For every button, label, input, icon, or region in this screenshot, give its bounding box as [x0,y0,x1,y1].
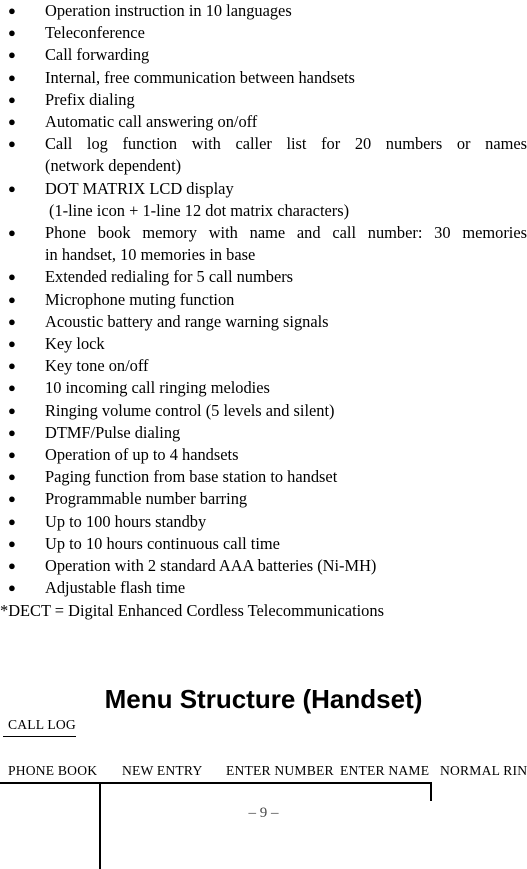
page-number: – 9 – [248,805,279,821]
list-item: ● Operation of up to 4 handsets [0,444,527,466]
list-item: ● DTMF/Pulse dialing [0,422,527,444]
list-item: ● Teleconference [0,22,527,44]
feature-text-line-1: Phone book memory with name and call num… [45,223,527,243]
feature-list: ● Operation instruction in 10 languages … [0,0,527,599]
bullet-icon: ● [8,269,16,285]
menu-node-phone-book[interactable]: PHONE BOOK [8,763,97,779]
bullet-icon: ● [8,25,16,41]
feature-text: Teleconference [45,23,145,43]
page-title: Menu Structure (Handset) [104,684,423,715]
list-item: ● Adjustable flash time [0,577,527,599]
feature-text: Ringing volume control (5 levels and sil… [45,400,335,420]
bullet-icon: ● [8,180,16,196]
feature-text: Up to 100 hours standby [45,511,207,531]
feature-text: Up to 10 hours continuous call time [45,533,280,553]
list-item: ● Prefix dialing [0,89,527,111]
feature-text: Phone book memory with name and call num… [45,222,527,266]
feature-text: DOT MATRIX LCD display [45,178,234,198]
menu-node-enter-number[interactable]: ENTER NUMBER [226,763,334,779]
feature-text: Key lock [45,334,105,354]
bullet-icon: ● [8,313,16,329]
bullet-icon: ● [8,513,16,529]
bullet-icon: ● [8,535,16,551]
menu-node-call-log[interactable]: CALL LOG [8,717,76,733]
feature-text-line-2: in handset, 10 memories in base [45,245,256,265]
menu-node-new-entry[interactable]: NEW ENTRY [122,763,202,779]
feature-text: Acoustic battery and range warning signa… [45,311,329,331]
list-item: ● Programmable number barring [0,488,527,510]
feature-text: Call log function with caller list for 2… [45,133,527,177]
menu-node-normal-ring[interactable]: NORMAL RING [440,763,527,779]
list-item: ● Key tone on/off [0,355,527,377]
bullet-icon: ● [8,136,16,152]
list-item: ● Acoustic battery and range warning sig… [0,311,527,333]
feature-text: Paging function from base station to han… [45,467,338,487]
bullet-icon: ● [8,336,16,352]
list-item: ● DOT MATRIX LCD display [0,178,527,200]
feature-text: Adjustable flash time [45,578,186,598]
bullet-icon: ● [8,358,16,374]
feature-text: Prefix dialing [45,89,135,109]
tree-horizontal-connector [0,782,432,784]
bullet-icon: ● [8,91,16,107]
list-item: ● Microphone muting function [0,289,527,311]
bullet-icon: ● [8,291,16,307]
bullet-icon: ● [8,558,16,574]
list-item: ● Extended redialing for 5 call numbers [0,266,527,288]
bullet-icon: ● [8,69,16,85]
bullet-icon: ● [8,3,16,18]
menu-node-enter-name[interactable]: ENTER NAME [340,763,429,779]
feature-text: Automatic call answering on/off [45,112,258,132]
list-item: ● Automatic call answering on/off [0,111,527,133]
menu-structure-diagram: CALL LOG PHONE BOOK NEW ENTRY ENTER NUMB… [0,715,527,869]
list-item: ● 10 incoming call ringing melodies [0,377,527,399]
feature-text: Microphone muting function [45,289,235,309]
feature-text: Key tone on/off [45,356,149,376]
bullet-icon: ● [8,447,16,463]
list-item: ● Phone book memory with name and call n… [0,222,527,266]
bullet-icon: ● [8,402,16,418]
feature-text: 10 incoming call ringing melodies [45,378,270,398]
list-item: ● Internal, free communication between h… [0,67,527,89]
list-item: ● Up to 100 hours standby [0,511,527,533]
bullet-icon: ● [8,580,16,596]
feature-sub-line: (1-line icon + 1-line 12 dot matrix char… [49,200,350,220]
bullet-icon: ● [8,469,16,485]
list-item: ● Call log function with caller list for… [0,133,527,177]
bullet-icon: ● [8,424,16,440]
feature-text: Operation of up to 4 handsets [45,445,239,465]
list-item: ● Ringing volume control (5 levels and s… [0,400,527,422]
tree-vertical-branch-right [430,782,432,801]
list-item: ● Operation instruction in 10 languages [0,0,527,22]
tree-vertical-branch-left [99,782,101,869]
dect-footnote: *DECT = Digital Enhanced Cordless Teleco… [0,601,384,620]
feature-text-line-1: Call log function with caller list for 2… [45,134,527,154]
feature-text: Programmable number barring [45,489,248,509]
list-item: ● Up to 10 hours continuous call time [0,533,527,555]
feature-text: Operation instruction in 10 languages [45,1,292,20]
list-item: ● Operation with 2 standard AAA batterie… [0,555,527,577]
bullet-icon: ● [8,491,16,507]
list-item: ● Key lock [0,333,527,355]
feature-text-line-2: (network dependent) [45,156,182,176]
feature-text: Operation with 2 standard AAA batteries … [45,556,377,576]
bullet-icon: ● [8,114,16,130]
list-item: ● Paging function from base station to h… [0,466,527,488]
call-log-underline [3,736,76,737]
feature-text: Internal, free communication between han… [45,67,355,87]
bullet-icon: ● [8,380,16,396]
feature-text: Extended redialing for 5 call numbers [45,267,294,287]
feature-text: DTMF/Pulse dialing [45,422,181,442]
feature-text: Call forwarding [45,45,150,65]
bullet-icon: ● [8,225,16,241]
bullet-icon: ● [8,47,16,63]
list-item: ● Call forwarding [0,44,527,66]
